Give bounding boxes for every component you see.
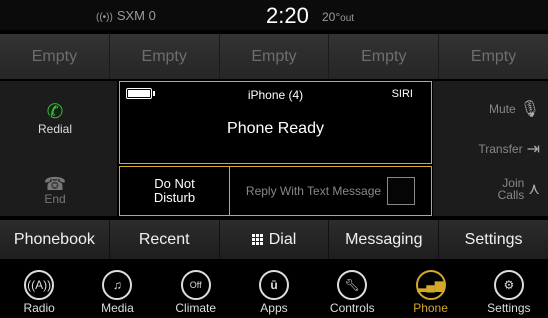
join-calls-icon: ⋏ xyxy=(528,181,540,198)
dock-settings-label: Settings xyxy=(487,301,531,315)
wrench-icon: 🔧︎ xyxy=(337,270,368,300)
temperature-note: out xyxy=(340,13,355,24)
dock-media-label: Media xyxy=(101,301,134,315)
keypad-icon xyxy=(251,234,263,245)
favorites-row: Empty Empty Empty Empty Empty xyxy=(0,34,548,79)
status-bar: ((•)) SXM 0 2:20 20°out xyxy=(0,0,548,30)
favorite-slot-3[interactable]: Empty xyxy=(219,34,330,79)
tab-phonebook[interactable]: Phonebook xyxy=(0,220,110,259)
join-calls-label: Join Calls xyxy=(498,177,525,201)
dock-media[interactable]: ♫ Media xyxy=(78,264,156,318)
dock-controls-label: Controls xyxy=(329,301,375,315)
reply-checkbox[interactable] xyxy=(387,177,416,205)
redial-label: Redial xyxy=(37,121,73,136)
reply-label: Reply With Text Message xyxy=(245,184,382,198)
left-call-controls: ✆ Redial ☎ End xyxy=(0,81,117,216)
dock-apps-label: Apps xyxy=(260,301,288,315)
phone-status-panel: iPhone (4) SIRI Phone Ready xyxy=(119,81,432,164)
call-options-row: Do Not Disturb Reply With Text Message xyxy=(119,166,432,216)
dock-phone[interactable]: ▂▄▆ Phone xyxy=(391,264,469,318)
dock-climate[interactable]: Off Climate xyxy=(157,264,235,318)
right-call-controls: Mute 🎙︎ Transfer ⇥ Join Calls ⋏ xyxy=(433,81,548,216)
mic-muted-icon: 🎙︎ xyxy=(519,101,540,118)
tab-dial-label: Dial xyxy=(268,230,297,248)
join-calls-button[interactable]: Join Calls ⋏ xyxy=(498,177,540,201)
phone-signal-icon: ▂▄▆ xyxy=(415,270,446,300)
connected-phone-name: iPhone (4) xyxy=(247,88,304,102)
transfer-button[interactable]: Transfer ⇥ xyxy=(478,139,540,159)
do-not-disturb-button[interactable]: Do Not Disturb xyxy=(120,167,230,215)
apps-icon: ū xyxy=(258,270,289,300)
end-call-button[interactable]: ☎ End xyxy=(10,171,100,211)
dock-apps[interactable]: ū Apps xyxy=(235,264,313,318)
mute-button[interactable]: Mute 🎙︎ xyxy=(489,99,540,119)
favorite-slot-4[interactable]: Empty xyxy=(329,34,440,79)
radio-source-label: SXM 0 xyxy=(116,8,156,23)
dock-radio-label: Radio xyxy=(23,301,55,315)
tab-dial[interactable]: Dial xyxy=(219,220,330,259)
temperature-value: 20° xyxy=(322,10,341,24)
favorite-slot-2[interactable]: Empty xyxy=(109,34,220,79)
transfer-icon: ⇥ xyxy=(526,141,540,158)
phone-tabs: Phonebook Recent Dial Messaging Settings xyxy=(0,220,548,259)
hang-up-icon: ☎ xyxy=(43,174,67,194)
app-dock: ((A)) Radio ♫ Media Off Climate ū Apps 🔧… xyxy=(0,264,548,318)
phone-handset-icon: ✆ xyxy=(46,100,64,123)
favorite-slot-1[interactable]: Empty xyxy=(0,34,110,79)
siri-button[interactable]: SIRI xyxy=(392,88,413,100)
gear-icon: ⚙ xyxy=(493,270,524,300)
redial-button[interactable]: ✆ Redial xyxy=(10,91,100,146)
dock-climate-label: Climate xyxy=(175,301,217,315)
dock-radio[interactable]: ((A)) Radio xyxy=(0,264,78,318)
transfer-label: Transfer xyxy=(478,142,523,156)
tab-settings[interactable]: Settings xyxy=(439,220,548,259)
reply-with-text-option[interactable]: Reply With Text Message xyxy=(230,167,431,215)
clock: 2:20 xyxy=(266,3,309,28)
radio-icon: ((A)) xyxy=(24,270,55,300)
dnd-label-line1: Do Not xyxy=(154,176,195,191)
antenna-icon: ((•)) xyxy=(96,12,113,23)
tab-messaging[interactable]: Messaging xyxy=(329,220,440,259)
dock-phone-label: Phone xyxy=(413,301,448,315)
join-label-line2: Calls xyxy=(497,188,525,202)
outside-temperature: 20°out xyxy=(322,10,354,24)
dock-controls[interactable]: 🔧︎ Controls xyxy=(313,264,391,318)
music-note-icon: ♫ xyxy=(102,270,133,300)
dnd-label: Do Not Disturb xyxy=(154,177,195,205)
favorite-slot-5[interactable]: Empty xyxy=(439,34,548,79)
dock-settings[interactable]: ⚙ Settings xyxy=(470,264,548,318)
phone-status-text: Phone Ready xyxy=(227,120,324,137)
mute-label: Mute xyxy=(489,102,516,116)
dnd-label-line2: Disturb xyxy=(153,190,196,205)
radio-source: ((•)) SXM 0 xyxy=(96,8,156,23)
climate-off-icon: Off xyxy=(180,270,211,300)
tab-recent[interactable]: Recent xyxy=(109,220,220,259)
end-label: End xyxy=(44,192,66,206)
